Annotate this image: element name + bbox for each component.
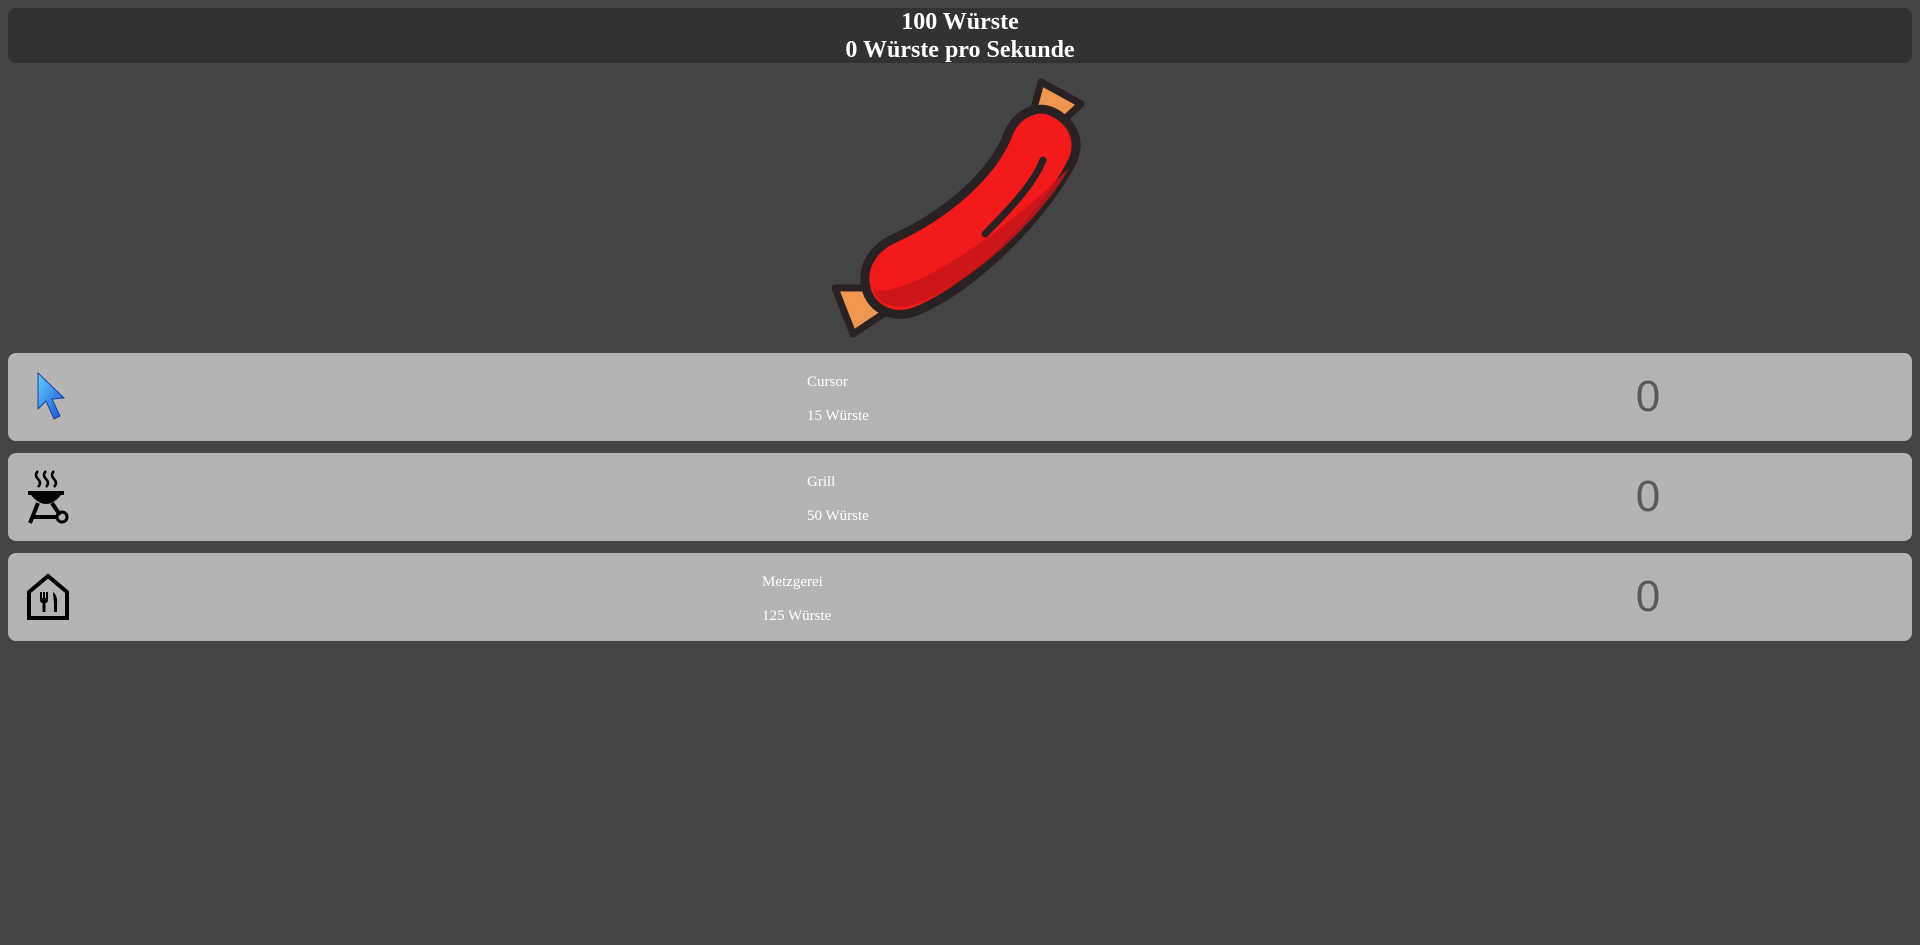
shop-item-count: 0 <box>1635 372 1661 421</box>
sausage-count: 100 Würste <box>901 9 1019 35</box>
shop-item-count: 0 <box>1635 572 1661 621</box>
score-header: 100 Würste 0 Würste pro Sekunde <box>8 8 1912 63</box>
shop-item-name: Cursor <box>807 374 848 390</box>
shop-item-name: Grill <box>807 474 836 490</box>
shop-item-count: 0 <box>1635 472 1661 521</box>
sausage-click-button[interactable] <box>823 76 1093 346</box>
grill-icon <box>20 469 76 525</box>
shop-item-info: Cursor 15 Würste <box>807 365 869 433</box>
shop-item-info: Grill 50 Würste <box>807 465 869 533</box>
shop-item-price: 15 Würste <box>807 408 869 424</box>
sausages-per-second: 0 Würste pro Sekunde <box>845 37 1075 63</box>
cursor-icon <box>20 369 76 425</box>
shop-item-grill[interactable]: Grill 50 Würste 0 <box>8 453 1912 541</box>
shop-item-cursor[interactable]: Cursor 15 Würste 0 <box>8 353 1912 441</box>
shop-item-name: Metzgerei <box>762 574 823 590</box>
shop-item-metzgerei[interactable]: Metzgerei 125 Würste 0 <box>8 553 1912 641</box>
shop-item-price: 50 Würste <box>807 508 869 524</box>
shop-item-info: Metzgerei 125 Würste <box>762 565 831 633</box>
sausage-icon <box>831 78 1085 338</box>
shop-item-price: 125 Würste <box>762 608 832 624</box>
butcher-shop-icon <box>20 569 76 625</box>
